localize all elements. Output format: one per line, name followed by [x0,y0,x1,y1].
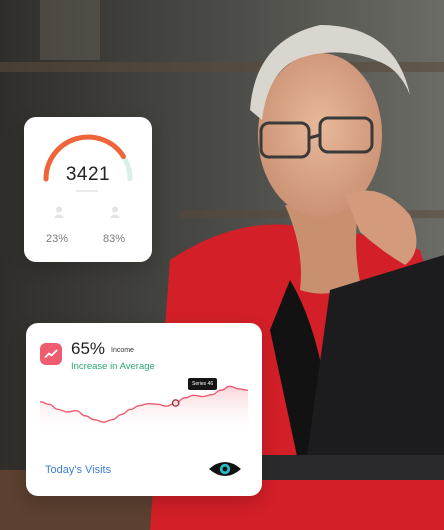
stat-percent-right: 83% [103,233,126,245]
trend-up-icon [44,349,58,358]
income-label: Income [111,347,134,354]
income-card: 65% Income Increase in Average Series 46… [26,323,262,496]
eye-icon[interactable] [208,458,242,480]
todays-visits-link[interactable]: Today's Visits [45,464,111,476]
visitors-gauge-card: 3421 23% 83% [24,117,152,262]
gauge-value: 3421 [65,164,111,185]
stat-percent-left: 23% [46,233,69,245]
user-icon [53,206,65,218]
income-area-chart [40,385,248,435]
gauge-divider [76,190,98,192]
chart-highlight-point[interactable] [171,399,180,407]
chart-area-fill [40,386,248,435]
trend-badge [40,343,62,365]
user-icon [109,206,121,218]
series-tooltip: Series 46 [188,378,218,390]
income-percent: 65% [71,339,106,358]
